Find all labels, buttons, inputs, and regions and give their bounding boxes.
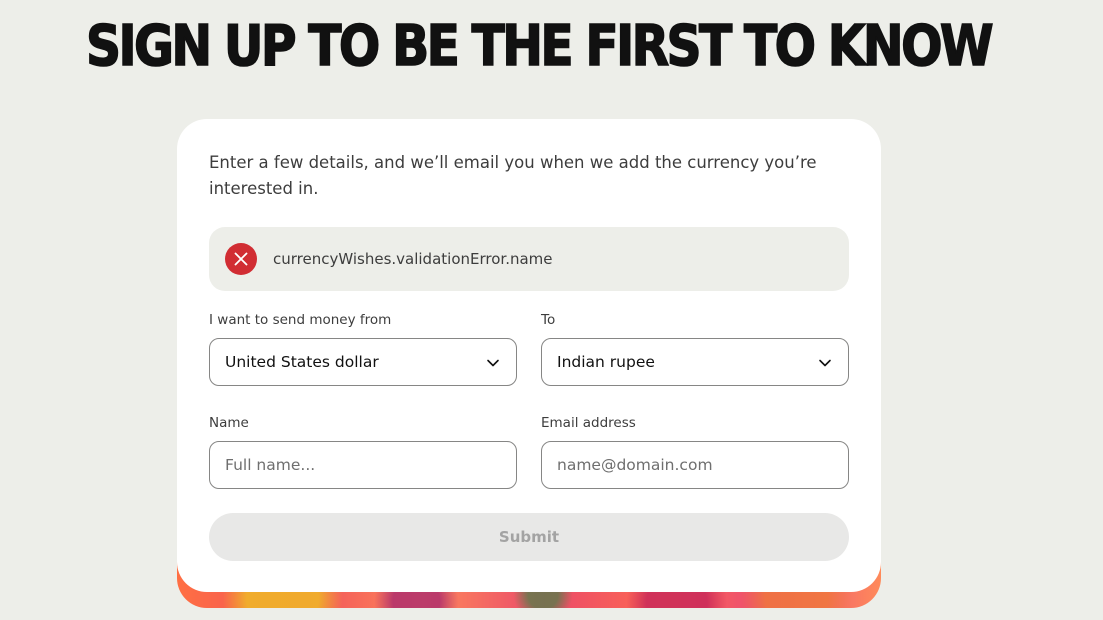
error-x-icon [225, 243, 257, 275]
email-field [541, 441, 849, 489]
page-headline: SIGN UP TO BE THE FIRST TO KNOW [85, 13, 994, 80]
chevron-down-icon [819, 359, 831, 367]
form-intro-text: Enter a few details, and we’ll email you… [209, 153, 817, 198]
from-currency-value: United States dollar [225, 353, 379, 371]
name-label: Name [209, 415, 249, 431]
name-input[interactable] [210, 442, 516, 488]
submit-button-label: Submit [498, 528, 560, 546]
validation-error-alert: currencyWishes.validationError.name [209, 227, 849, 291]
validation-error-message: currencyWishes.validationError.name [273, 250, 553, 268]
currency-wish-form-card: Enter a few details, and we’ll email you… [177, 119, 881, 592]
name-field [209, 441, 517, 489]
to-currency-label: To [541, 312, 556, 328]
chevron-down-icon [487, 359, 499, 367]
from-currency-select[interactable]: United States dollar [209, 338, 517, 386]
email-label: Email address [541, 415, 636, 431]
to-currency-select[interactable]: Indian rupee [541, 338, 849, 386]
email-input[interactable] [542, 442, 848, 488]
to-currency-value: Indian rupee [557, 353, 655, 371]
submit-button[interactable]: Submit [209, 513, 849, 561]
from-currency-label: I want to send money from [209, 312, 392, 328]
